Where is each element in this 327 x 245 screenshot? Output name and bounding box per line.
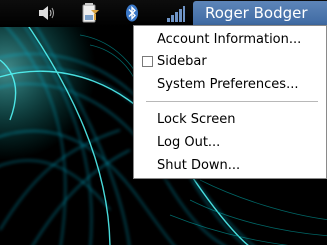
volume-icon[interactable] (35, 2, 57, 24)
user-name-label: Roger Bodger (205, 4, 308, 22)
user-menu-button[interactable]: Roger Bodger (193, 1, 327, 25)
signal-strength-icon[interactable] (164, 2, 186, 24)
menu-item-label: System Preferences... (157, 77, 299, 92)
menu-item-account-information[interactable]: Account Information... (134, 29, 326, 51)
sidebar-checkbox[interactable] (142, 56, 153, 67)
desktop: Roger Bodger Account Information... Side… (0, 0, 327, 245)
menu-item-sidebar[interactable]: Sidebar (134, 51, 326, 73)
menu-item-label: Lock Screen (157, 112, 236, 127)
menu-item-lock-screen[interactable]: Lock Screen (134, 109, 326, 131)
menu-item-label: Sidebar (157, 54, 207, 69)
battery-icon[interactable] (79, 2, 101, 24)
menu-item-label: Log Out... (157, 135, 221, 150)
menu-item-log-out[interactable]: Log Out... (134, 132, 326, 154)
menu-item-label: Shut Down... (157, 158, 241, 173)
menu-item-label: Account Information... (157, 32, 302, 47)
top-panel: Roger Bodger (0, 0, 327, 27)
menu-item-shut-down[interactable]: Shut Down... (134, 155, 326, 177)
bluetooth-icon[interactable] (121, 2, 143, 24)
menu-item-system-preferences[interactable]: System Preferences... (134, 74, 326, 96)
menu-separator (146, 101, 318, 102)
user-dropdown-menu: Account Information... Sidebar System Pr… (133, 25, 327, 179)
